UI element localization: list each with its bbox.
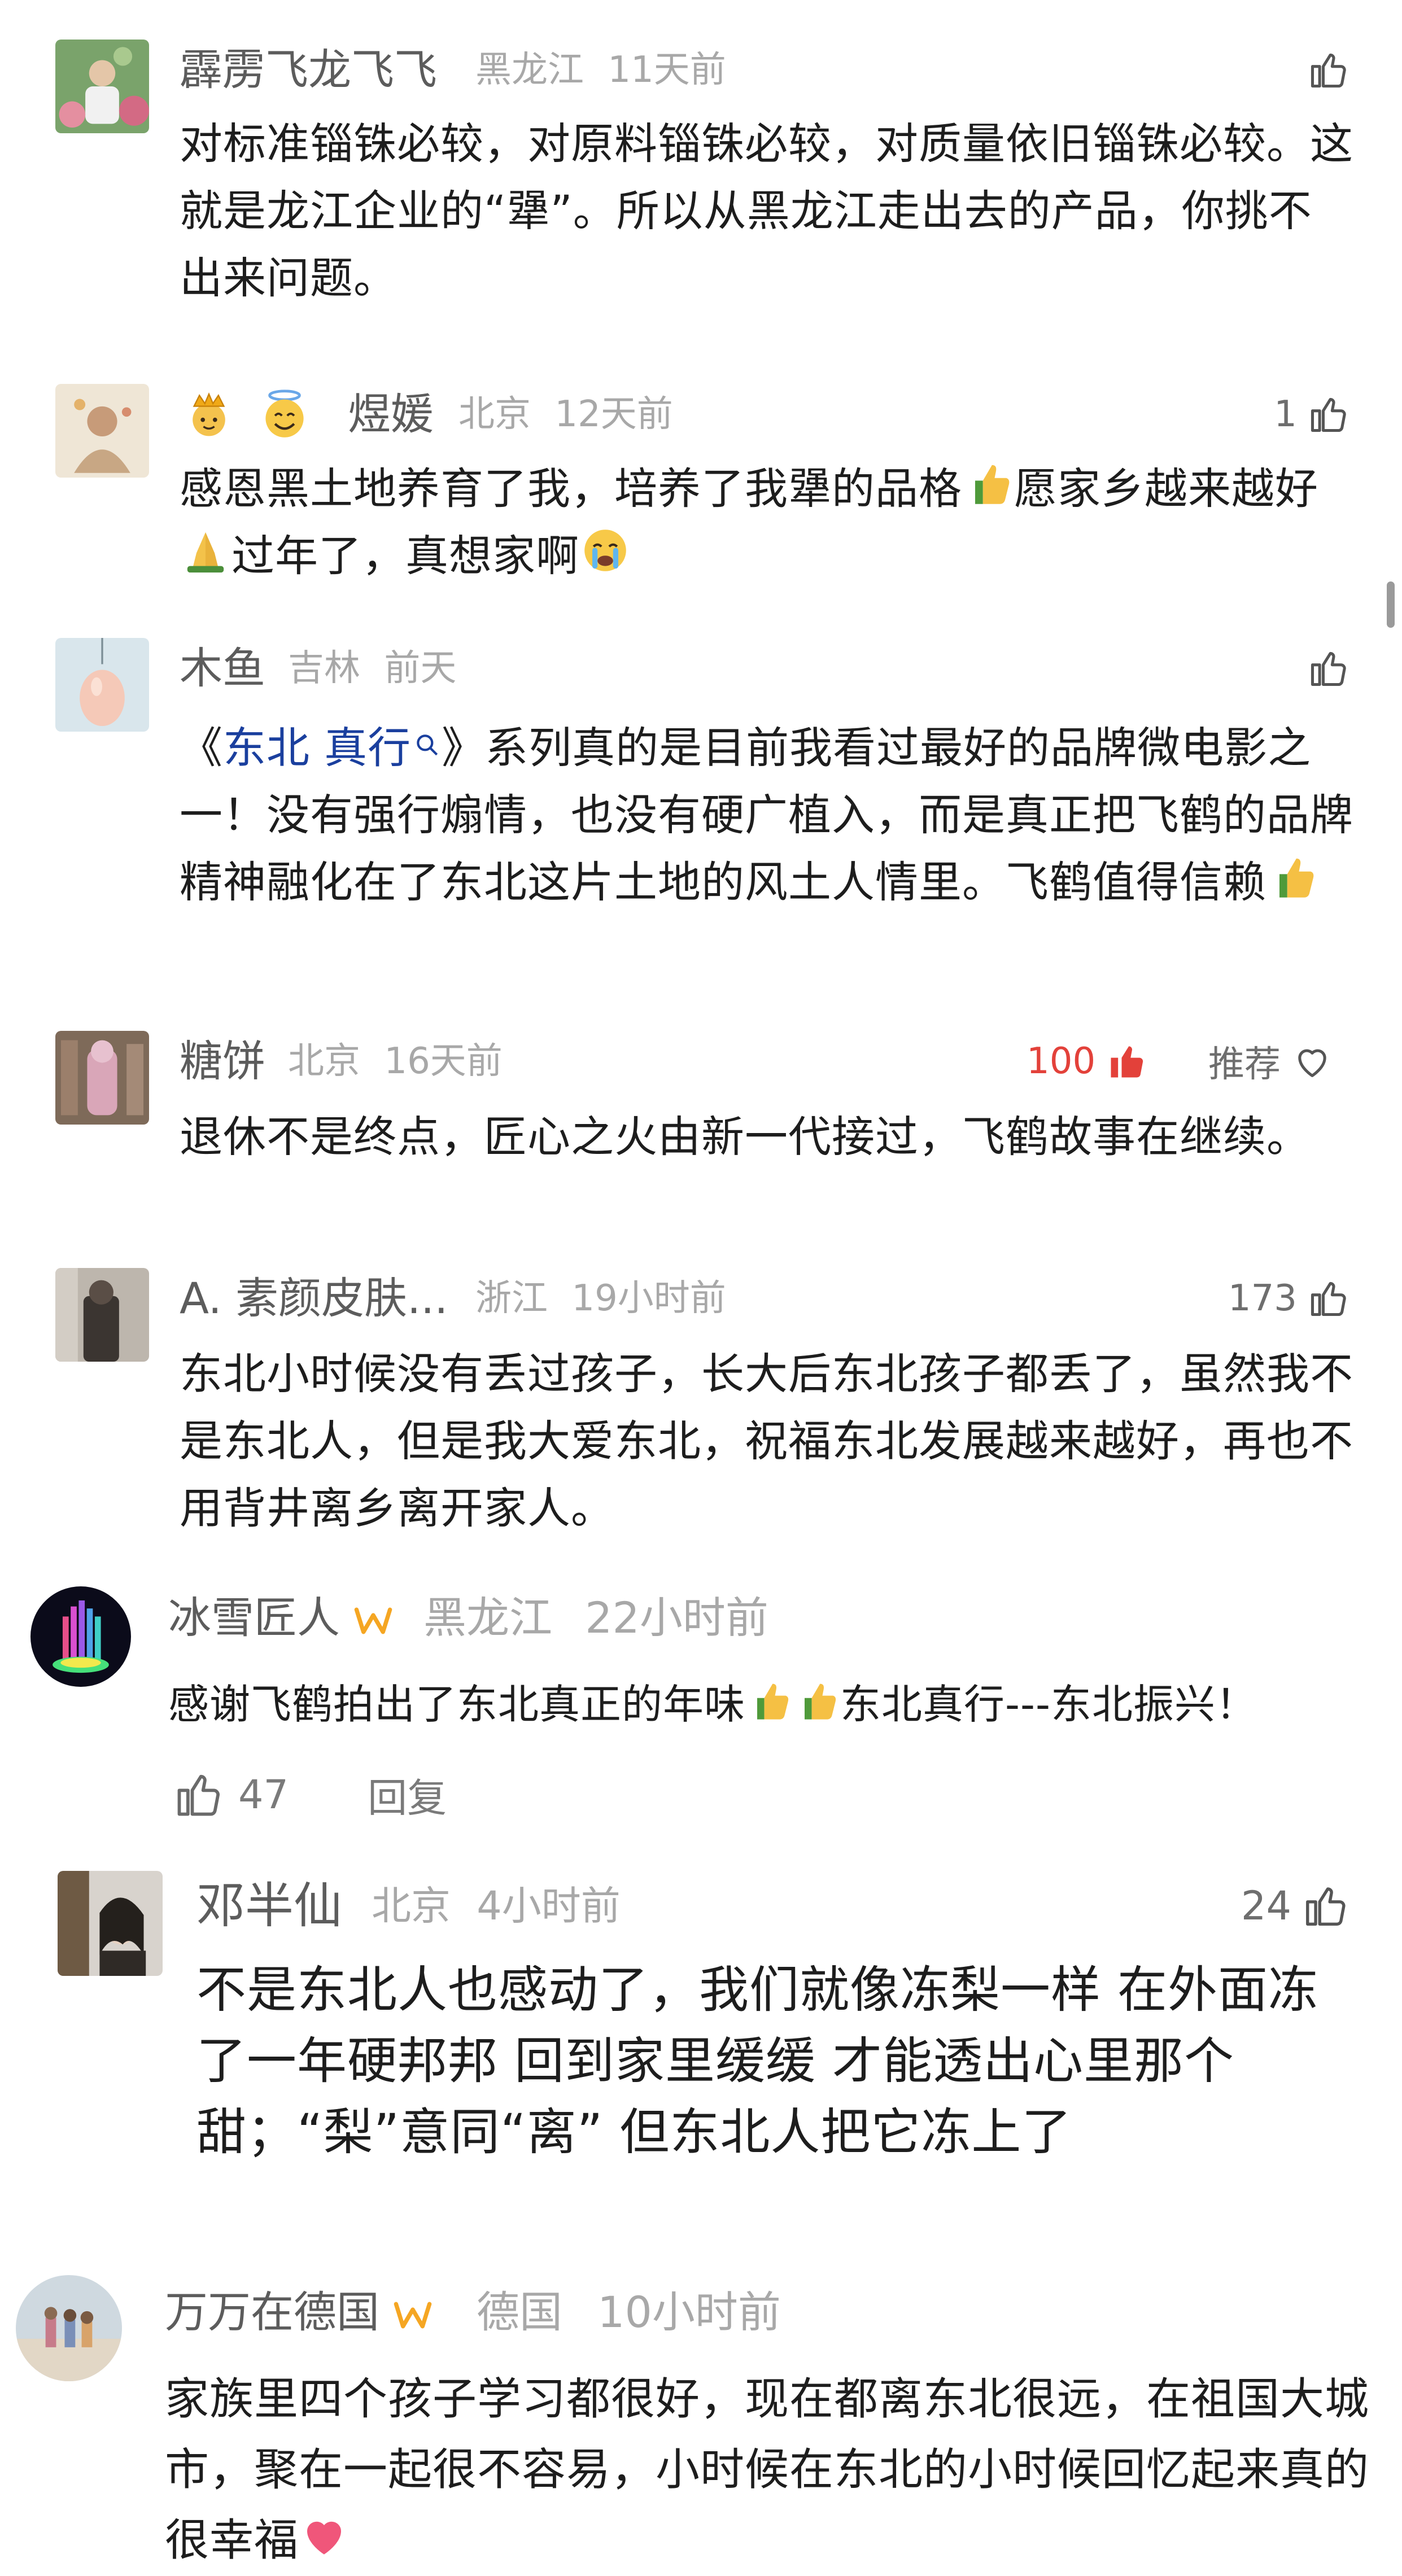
comment-meta: 北京 16天前	[288, 1033, 503, 1090]
commenter-name[interactable]: 煜媛	[348, 386, 434, 443]
comment-location: 黑龙江	[475, 49, 584, 91]
like-count: 24	[1241, 1883, 1291, 1929]
like-button[interactable]: 47	[173, 1769, 289, 1821]
comment-time: 11天前	[608, 49, 726, 91]
verified-badge-icon	[392, 2298, 434, 2332]
thumb-up-icon	[1306, 1887, 1346, 1926]
commenter-name-text: 冰雪匠人	[168, 1593, 340, 1643]
quote-open: 《	[180, 723, 223, 773]
thumbs-up-emoji-icon	[1266, 851, 1318, 903]
thumb-up-icon	[1311, 397, 1346, 432]
commenter-name[interactable]: 冰雪匠人	[168, 1590, 407, 1646]
crying-face-emoji-icon	[579, 524, 631, 576]
quote-close: 》	[442, 723, 486, 773]
comment-text: 对标准锱铢必较，对原料锱铢必较，对质量依旧锱铢必较。这就是龙江企业的“犟”。所以…	[180, 119, 1353, 303]
thumb-up-icon	[177, 1774, 220, 1816]
comment-location: 北京	[288, 1040, 360, 1082]
comment-text-part: 愿家乡越来越好	[1014, 463, 1318, 514]
like-count: 1	[1274, 393, 1297, 435]
comment-location: 北京	[372, 1883, 451, 1929]
comment-text: 感谢飞鹤拍出了东北真正的年味 东北真行---东北振兴！	[168, 1671, 1365, 1738]
comment-text-part: 感恩黑土地养育了我，培养了我犟的品格	[180, 463, 962, 514]
praying-hands-emoji-icon	[180, 524, 232, 576]
thumb-up-icon	[1311, 1282, 1346, 1317]
like-button[interactable]	[1297, 42, 1350, 98]
heart-emoji-icon	[299, 2510, 350, 2561]
like-button[interactable]	[1297, 640, 1350, 697]
comment-meta: 吉林 前天	[288, 640, 456, 697]
thumbs-up-emoji-icon	[962, 457, 1014, 509]
like-button[interactable]: 24	[1241, 1878, 1350, 1934]
comment-text: 不是东北人也感动了，我们就像冻梨一样 在外面冻了一年硬邦邦 回到家里缓缓 才能透…	[196, 1961, 1318, 2161]
like-count: 173	[1228, 1278, 1297, 1319]
reply-button[interactable]: 回复	[368, 1766, 447, 1823]
comment-text-part: 感谢飞鹤拍出了东北真正的年味	[168, 1681, 746, 1728]
avatar[interactable]	[16, 2275, 122, 2381]
like-button[interactable]: 1	[1274, 386, 1350, 443]
thumbs-up-emoji-icon	[745, 1677, 793, 1724]
avatar[interactable]	[55, 384, 149, 478]
recommend-button[interactable]: 推荐	[1208, 1033, 1334, 1090]
commenter-name-text: 万万在德国	[165, 2287, 379, 2337]
comment-text: 感恩黑土地养育了我，培养了我犟的品格 愿家乡越来越好过年了，真想家啊	[180, 455, 1354, 589]
comment-location: 黑龙江	[423, 1593, 552, 1643]
comment-location: 北京	[458, 393, 531, 435]
princess-emoji-icon	[193, 392, 225, 436]
comment-text-part: 东北真行---东北振兴！	[840, 1681, 1257, 1728]
avatar[interactable]	[55, 40, 149, 133]
comment-text: 东北小时候没有丢过孩子，长大后东北孩子都丢了，虽然我不是东北人，但是我大爱东北，…	[180, 1349, 1353, 1533]
comment-meta: 德国 10小时前	[477, 2284, 781, 2341]
comment-text: 家族里四个孩子学习都很好，现在都离东北很远，在祖国大城市，聚在一起很不容易，小时…	[165, 2364, 1373, 2576]
avatar[interactable]	[55, 1268, 149, 1362]
scrollbar[interactable]	[1387, 581, 1395, 628]
comment-location: 德国	[477, 2287, 562, 2337]
halo-smile-emoji-icon	[265, 390, 304, 438]
avatar[interactable]	[55, 1031, 149, 1125]
comment-location: 浙江	[475, 1278, 548, 1319]
commenter-name[interactable]: 糖饼	[180, 1033, 265, 1090]
comment-location: 吉林	[288, 648, 360, 689]
comment-time: 10小时前	[597, 2287, 781, 2337]
comment-time: 12天前	[554, 393, 673, 435]
commenter-name[interactable]: 霹雳飞龙飞飞	[180, 42, 437, 98]
heart-icon	[1298, 1049, 1326, 1077]
commenter-name[interactable]: 万万在德国	[165, 2284, 446, 2341]
search-icon[interactable]	[413, 711, 442, 778]
comment-meta: 浙江 19小时前	[475, 1270, 726, 1327]
comment-text-part: 过年了，真想家啊	[232, 531, 579, 581]
recommend-label: 推荐	[1208, 1044, 1281, 1086]
avatar[interactable]	[30, 1586, 131, 1687]
like-count: 47	[238, 1772, 289, 1818]
thumb-up-icon	[1311, 53, 1346, 88]
comment-meta: 北京 4小时前	[372, 1878, 621, 1934]
comment-time: 前天	[384, 648, 457, 689]
like-count: 100	[1027, 1040, 1096, 1082]
comment-text: 退休不是终点，匠心之火由新一代接过，飞鹤故事在继续。	[180, 1112, 1310, 1162]
hashtag-link[interactable]: 东北 真行	[223, 723, 411, 773]
thumb-up-icon	[1311, 651, 1346, 686]
avatar[interactable]	[58, 1871, 163, 1976]
commenter-name[interactable]: 邓半仙	[196, 1878, 342, 1934]
like-button[interactable]: 173	[1228, 1270, 1350, 1327]
comment-time: 16天前	[384, 1040, 503, 1082]
thumbs-up-emoji-icon	[793, 1677, 840, 1724]
comment-meta: 黑龙江 22小时前	[423, 1590, 768, 1646]
thumb-up-filled-icon	[1111, 1046, 1143, 1078]
like-button[interactable]: 100	[1027, 1033, 1148, 1090]
comment-time: 22小时前	[585, 1593, 768, 1643]
reply-bar: 47 回复	[173, 1764, 447, 1826]
commenter-name[interactable]: 木鱼	[180, 640, 265, 697]
avatar[interactable]	[55, 638, 149, 732]
comment-text: 《东北 真行 》系列真的是目前我看过最好的品牌微电影之一！没有强行煽情，也没有硬广…	[180, 711, 1354, 916]
comment-meta: 黑龙江 11天前	[475, 42, 726, 98]
verified-badge-icon	[352, 1604, 394, 1638]
decorative-emoji-badges	[182, 387, 312, 441]
comment-time: 19小时前	[571, 1278, 726, 1319]
commenter-name[interactable]: A. 素颜皮肤...	[180, 1270, 448, 1327]
comment-meta: 北京 12天前	[458, 386, 673, 443]
comment-time: 4小时前	[477, 1883, 621, 1929]
